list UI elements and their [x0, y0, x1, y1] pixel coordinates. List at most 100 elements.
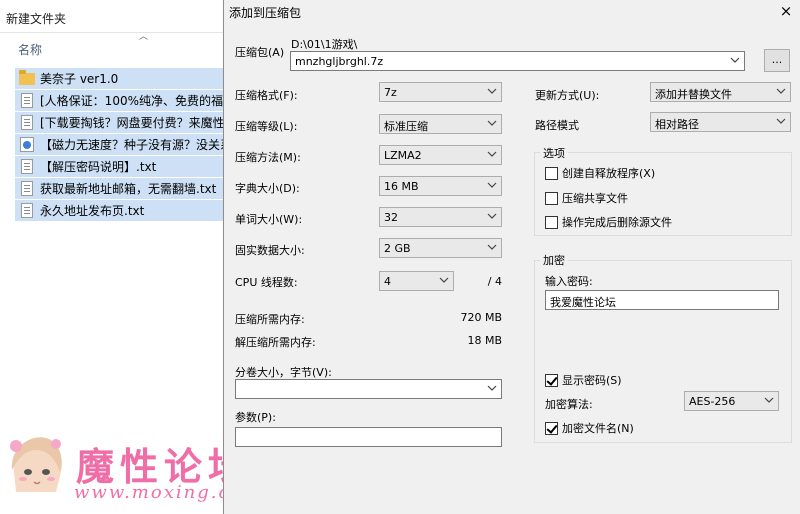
encrypt-names-checkbox[interactable]: 加密文件名(N) — [545, 420, 634, 436]
show-password-checkbox[interactable]: 显示密码(S) — [545, 372, 622, 388]
sort-ascending-icon[interactable]: ︿ — [139, 29, 148, 42]
close-icon[interactable]: × — [777, 2, 795, 20]
method-label: 压缩方法(M): — [235, 151, 301, 164]
word-size-value: 32 — [384, 211, 398, 224]
format-label: 压缩格式(F): — [235, 89, 298, 102]
level-label: 压缩等级(L): — [235, 120, 298, 133]
password-label: 输入密码: — [545, 275, 593, 288]
encryption-method-value: AES-256 — [689, 395, 736, 408]
chevron-down-icon — [487, 242, 497, 252]
file-name: [人格保证：100%纯净、免费的福利 — [40, 94, 224, 108]
archive-label: 压缩包(A) — [235, 46, 285, 59]
text-file-icon — [21, 181, 33, 196]
parameters-label: 参数(P): — [235, 411, 276, 424]
dictionary-value: 16 MB — [384, 180, 419, 193]
file-row[interactable]: 【磁力无速度？种子没有源？没关系 — [15, 134, 224, 155]
decompress-memory-label: 解压缩所需内存: — [235, 336, 316, 349]
volume-size-label: 分卷大小，字节(V): — [235, 366, 332, 379]
create-sfx-label: 创建自释放程序(X) — [562, 167, 656, 180]
chevron-down-icon[interactable] — [730, 55, 740, 65]
word-size-label: 单词大小(W): — [235, 213, 303, 226]
compress-memory-value: 720 MB — [460, 311, 502, 324]
delete-source-label: 操作完成后删除源文件 — [562, 216, 672, 229]
encryption-method-select[interactable]: AES-256 — [684, 391, 779, 411]
column-header-name[interactable]: 名称 — [18, 41, 42, 58]
dialog-title: 添加到压缩包 — [229, 6, 302, 20]
file-explorer-pane: 新建文件夹 ︿ 名称 美奈子 ver1.0 [人格保证：100%纯净、免费的福利… — [0, 0, 262, 514]
archive-path: D:\01\1游戏\ — [291, 38, 358, 51]
file-name: [下载要掏钱？网盘要付费？来魔性 — [40, 116, 224, 130]
archive-name-value: mnzhgljbrghl.7z — [295, 55, 384, 68]
compress-shared-label: 压缩共享文件 — [562, 192, 628, 205]
text-file-icon — [21, 115, 33, 130]
text-file-icon — [21, 93, 33, 108]
cpu-threads-select[interactable]: 4 — [379, 271, 454, 291]
encrypt-names-label: 加密文件名(N) — [562, 422, 634, 435]
add-to-archive-dialog: 添加到压缩包 × 压缩包(A) D:\01\1游戏\ mnzhgljbrghl.… — [223, 0, 800, 514]
format-value: 7z — [384, 86, 397, 99]
file-row[interactable]: 获取最新地址邮箱，无需翻墙.txt — [15, 178, 224, 199]
encryption-title: 加密 — [540, 252, 568, 268]
checkbox-box[interactable] — [545, 191, 558, 205]
chevron-down-icon[interactable] — [487, 383, 497, 393]
dictionary-label: 字典大小(D): — [235, 182, 300, 195]
decompress-memory-value: 18 MB — [467, 334, 502, 347]
create-sfx-checkbox[interactable]: 创建自释放程序(X) — [545, 165, 655, 181]
checkbox-checked[interactable] — [545, 373, 558, 387]
volume-size-field[interactable] — [235, 379, 502, 399]
chevron-down-icon — [764, 395, 774, 405]
file-row[interactable]: [下载要掏钱？网盘要付费？来魔性 — [15, 112, 224, 133]
update-mode-value: 添加并替换文件 — [655, 88, 732, 101]
file-name: 永久地址发布页.txt — [40, 204, 145, 218]
level-select[interactable]: 标准压缩 — [379, 114, 502, 134]
browse-button[interactable]: ... — [764, 49, 790, 72]
chevron-down-icon — [776, 116, 786, 126]
anime-girl-logo-icon — [10, 437, 62, 492]
file-list: 美奈子 ver1.0 [人格保证：100%纯净、免费的福利 [下载要掏钱？网盘要… — [15, 68, 224, 222]
update-mode-select[interactable]: 添加并替换文件 — [650, 82, 791, 102]
file-row[interactable]: 美奈子 ver1.0 — [15, 68, 224, 89]
word-size-select[interactable]: 32 — [379, 207, 502, 227]
compress-memory-label: 压缩所需内存: — [235, 313, 305, 326]
url-shortcut-icon — [20, 137, 34, 152]
checkbox-box[interactable] — [545, 215, 558, 229]
file-row[interactable]: 【解压密码说明】.txt — [15, 156, 224, 177]
file-name: 美奈子 ver1.0 — [40, 72, 119, 86]
chevron-down-icon — [487, 118, 497, 128]
delete-source-checkbox[interactable]: 操作完成后删除源文件 — [545, 214, 672, 230]
text-file-icon — [21, 203, 33, 218]
dictionary-select[interactable]: 16 MB — [379, 176, 502, 196]
path-mode-select[interactable]: 相对路径 — [650, 112, 791, 132]
chevron-down-icon — [487, 180, 497, 190]
chevron-down-icon — [487, 86, 497, 96]
parameters-input[interactable] — [235, 427, 502, 447]
cpu-threads-label: CPU 线程数: — [235, 276, 298, 289]
file-row[interactable]: 永久地址发布页.txt — [15, 200, 224, 221]
file-name: 【磁力无速度？种子没有源？没关系 — [40, 138, 224, 152]
path-mode-label: 路径模式 — [535, 119, 579, 132]
show-password-label: 显示密码(S) — [562, 374, 622, 387]
format-select[interactable]: 7z — [379, 82, 502, 102]
text-file-icon — [21, 159, 33, 174]
compress-shared-checkbox[interactable]: 压缩共享文件 — [545, 190, 628, 206]
password-input[interactable]: 我爱魔性论坛 — [545, 290, 779, 310]
method-value: LZMA2 — [384, 149, 422, 162]
options-title: 选项 — [540, 145, 568, 161]
cpu-threads-value: 4 — [384, 275, 391, 288]
header-divider — [0, 32, 224, 33]
chevron-down-icon — [487, 149, 497, 159]
file-row[interactable]: [人格保证：100%纯净、免费的福利 — [15, 90, 224, 111]
archive-name-field[interactable]: mnzhgljbrghl.7z — [290, 51, 745, 71]
path-mode-value: 相对路径 — [655, 118, 699, 131]
folder-title: 新建文件夹 — [6, 12, 67, 26]
file-name: 【解压密码说明】.txt — [40, 160, 157, 174]
solid-size-label: 固实数据大小: — [235, 244, 305, 257]
method-select[interactable]: LZMA2 — [379, 145, 502, 165]
file-name: 获取最新地址邮箱，无需翻墙.txt — [40, 182, 217, 196]
solid-size-value: 2 GB — [384, 242, 411, 255]
checkbox-box[interactable] — [545, 166, 558, 180]
solid-size-select[interactable]: 2 GB — [379, 238, 502, 258]
encryption-method-label: 加密算法: — [545, 398, 593, 411]
chevron-down-icon — [439, 275, 449, 285]
checkbox-checked[interactable] — [545, 421, 558, 435]
